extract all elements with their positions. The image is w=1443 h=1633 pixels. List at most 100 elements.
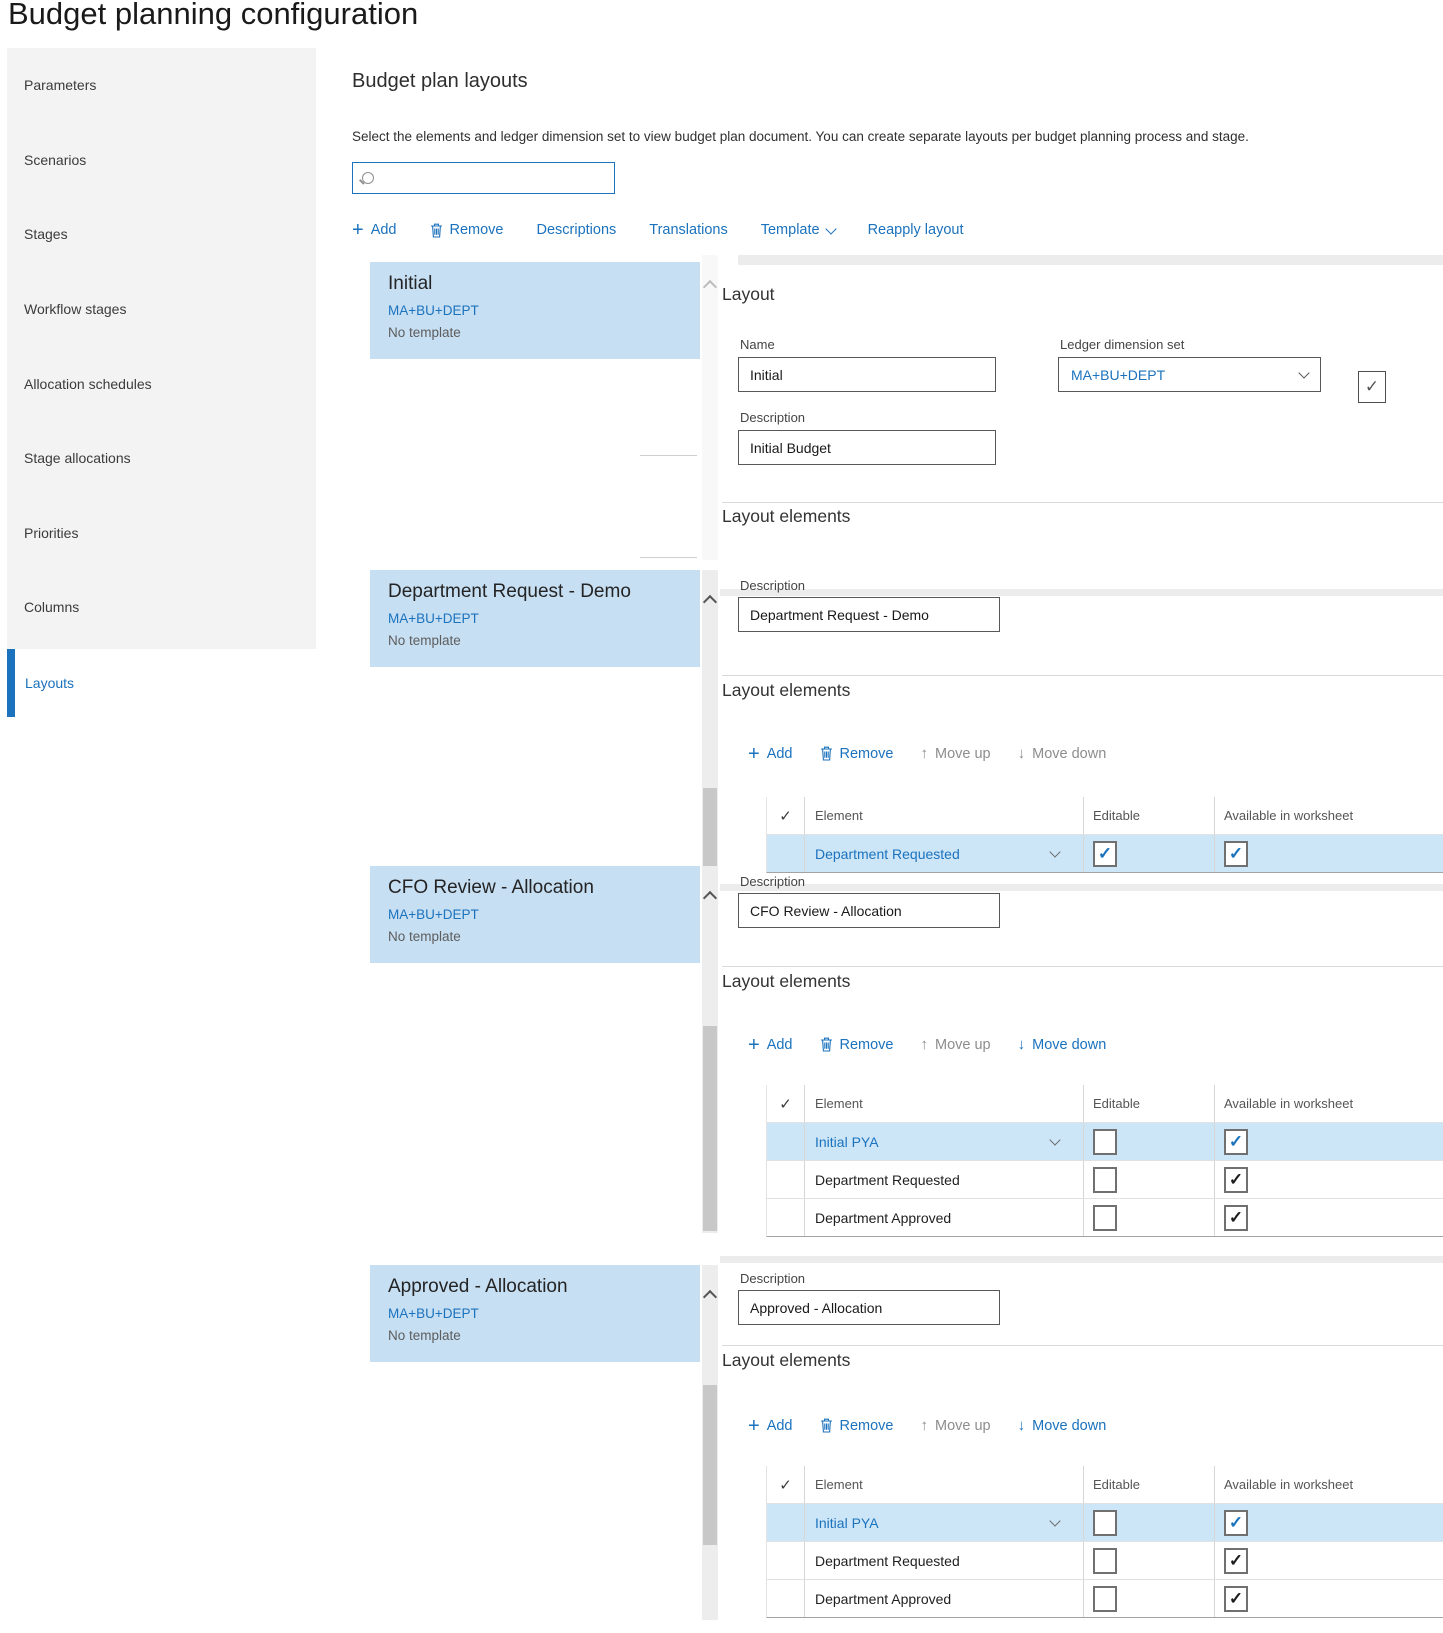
editable-checkbox[interactable] — [1093, 1547, 1117, 1574]
row-select-cell[interactable] — [767, 1123, 804, 1160]
remove-element-button[interactable]: Remove — [820, 1037, 894, 1053]
element-cell[interactable]: Department Requested — [804, 835, 1083, 872]
layout-card-department-request-demo[interactable]: Department Request - Demo MA+BU+DEPT No … — [370, 570, 700, 667]
row-select-cell[interactable] — [767, 1161, 804, 1198]
select-all-header[interactable] — [767, 1466, 804, 1503]
description-input[interactable] — [738, 1290, 1000, 1325]
select-all-header[interactable] — [767, 1085, 804, 1122]
section-scrollbar[interactable] — [702, 866, 718, 1233]
name-input[interactable] — [738, 357, 996, 392]
row-select-cell[interactable] — [767, 1580, 804, 1617]
sidebar-item-workflow-stages[interactable]: Workflow stages — [7, 272, 316, 347]
description-input[interactable] — [738, 430, 996, 465]
editable-checkbox[interactable] — [1093, 1585, 1117, 1612]
sidebar-item-columns[interactable]: Columns — [7, 570, 316, 645]
sidebar-item-allocation-schedules[interactable]: Allocation schedules — [7, 346, 316, 421]
available-checkbox[interactable] — [1224, 1128, 1248, 1155]
scrollbar-thumb[interactable] — [703, 1385, 717, 1545]
translations-button[interactable]: Translations — [649, 222, 727, 238]
horizontal-scrollbar[interactable] — [738, 255, 1443, 265]
chevron-down-icon[interactable] — [1049, 846, 1061, 858]
table-row[interactable]: Initial PYA — [767, 1503, 1443, 1541]
available-cell — [1214, 1123, 1443, 1160]
descriptions-button[interactable]: Descriptions — [537, 222, 617, 238]
scrollbar-thumb[interactable] — [703, 788, 717, 868]
editable-cell — [1083, 835, 1214, 872]
sidebar-item-layouts[interactable]: Layouts — [7, 649, 326, 717]
table-row[interactable]: Department Approved — [767, 1579, 1443, 1617]
chevron-up-icon[interactable] — [702, 279, 718, 295]
available-checkbox[interactable] — [1224, 1585, 1248, 1612]
column-header-element: Element — [804, 797, 1083, 834]
layout-card-approved-allocation[interactable]: Approved - Allocation MA+BU+DEPT No temp… — [370, 1265, 700, 1362]
available-checkbox[interactable] — [1224, 840, 1248, 867]
sidebar-item-stage-allocations[interactable]: Stage allocations — [7, 421, 316, 496]
chevron-down-icon[interactable] — [1049, 1134, 1061, 1146]
sidebar-item-scenarios[interactable]: Scenarios — [7, 123, 316, 198]
move-down-button[interactable]: ↓ Move down — [1018, 1417, 1107, 1434]
layout-card-initial[interactable]: Initial MA+BU+DEPT No template — [370, 262, 700, 359]
element-cell[interactable]: Initial PYA — [804, 1504, 1083, 1541]
element-cell[interactable]: Initial PYA — [804, 1123, 1083, 1160]
template-menu-button[interactable]: Template — [761, 222, 837, 238]
available-checkbox[interactable] — [1224, 1166, 1248, 1193]
select-all-header[interactable] — [767, 797, 804, 834]
available-checkbox[interactable] — [1224, 1509, 1248, 1536]
search-input[interactable] — [382, 169, 614, 187]
ledger-dimension-set-select[interactable]: MA+BU+DEPT — [1058, 357, 1321, 392]
chevron-down-icon[interactable] — [1049, 1515, 1061, 1527]
element-cell[interactable]: Department Approved — [804, 1580, 1083, 1617]
table-row[interactable]: Initial PYA — [767, 1122, 1443, 1160]
remove-button[interactable]: Remove — [430, 222, 504, 238]
editable-checkbox[interactable] — [1093, 1166, 1117, 1193]
element-cell[interactable]: Department Requested — [804, 1161, 1083, 1198]
row-select-cell[interactable] — [767, 1504, 804, 1541]
available-checkbox[interactable] — [1224, 1547, 1248, 1574]
section-scrollbar[interactable] — [702, 255, 718, 560]
reapply-layout-button[interactable]: Reapply layout — [868, 222, 964, 238]
row-select-cell[interactable] — [767, 835, 804, 872]
add-element-button[interactable]: + Add — [748, 744, 793, 764]
sidebar-item-priorities[interactable]: Priorities — [7, 496, 316, 571]
editable-checkbox[interactable] — [1093, 840, 1117, 867]
scrollbar-thumb[interactable] — [703, 1026, 717, 1231]
editable-checkbox[interactable] — [1093, 1204, 1117, 1231]
sidebar-item-stages[interactable]: Stages — [7, 197, 316, 272]
element-cell[interactable]: Department Requested — [804, 1542, 1083, 1579]
detail-checkbox[interactable] — [1358, 371, 1386, 403]
add-button[interactable]: + Add — [352, 220, 397, 240]
row-select-cell[interactable] — [767, 1542, 804, 1579]
table-row[interactable]: Department Requested — [767, 834, 1443, 872]
description-input[interactable] — [738, 597, 1000, 632]
trash-icon — [820, 746, 832, 761]
search-box[interactable] — [352, 162, 615, 194]
chevron-up-icon[interactable] — [702, 594, 718, 610]
remove-element-button[interactable]: Remove — [820, 1418, 894, 1434]
table-row[interactable]: Department Requested — [767, 1160, 1443, 1198]
move-down-button[interactable]: ↓ Move down — [1018, 1036, 1107, 1053]
element-cell[interactable]: Department Approved — [804, 1199, 1083, 1236]
chevron-up-icon[interactable] — [702, 1289, 718, 1305]
section-scrollbar[interactable] — [702, 570, 718, 872]
add-element-button[interactable]: + Add — [748, 1416, 793, 1436]
chevron-up-icon[interactable] — [702, 890, 718, 906]
add-element-button[interactable]: + Add — [748, 1035, 793, 1055]
section-scrollbar[interactable] — [702, 1265, 718, 1620]
sidebar-item-parameters[interactable]: Parameters — [7, 48, 316, 123]
table-row[interactable]: Department Approved — [767, 1198, 1443, 1236]
remove-element-button[interactable]: Remove — [820, 746, 894, 762]
layout-card-cfo-review-allocation[interactable]: CFO Review - Allocation MA+BU+DEPT No te… — [370, 866, 700, 963]
card-title: Department Request - Demo — [388, 581, 631, 602]
budget-planning-configuration-page: Budget planning configuration Parameters… — [0, 0, 1443, 1633]
elements-toolbar: + Add Remove ↑ Move up ↓ Move down — [748, 744, 1106, 764]
editable-checkbox[interactable] — [1093, 1128, 1117, 1155]
editable-cell — [1083, 1161, 1214, 1198]
editable-checkbox[interactable] — [1093, 1509, 1117, 1536]
available-checkbox[interactable] — [1224, 1204, 1248, 1231]
description-input[interactable] — [738, 893, 1000, 928]
list-row-divider — [640, 557, 697, 558]
layout-elements-table: Element Editable Available in worksheet … — [766, 1085, 1443, 1237]
table-row[interactable]: Department Requested — [767, 1541, 1443, 1579]
row-select-cell[interactable] — [767, 1199, 804, 1236]
description-label: Description — [740, 578, 806, 593]
